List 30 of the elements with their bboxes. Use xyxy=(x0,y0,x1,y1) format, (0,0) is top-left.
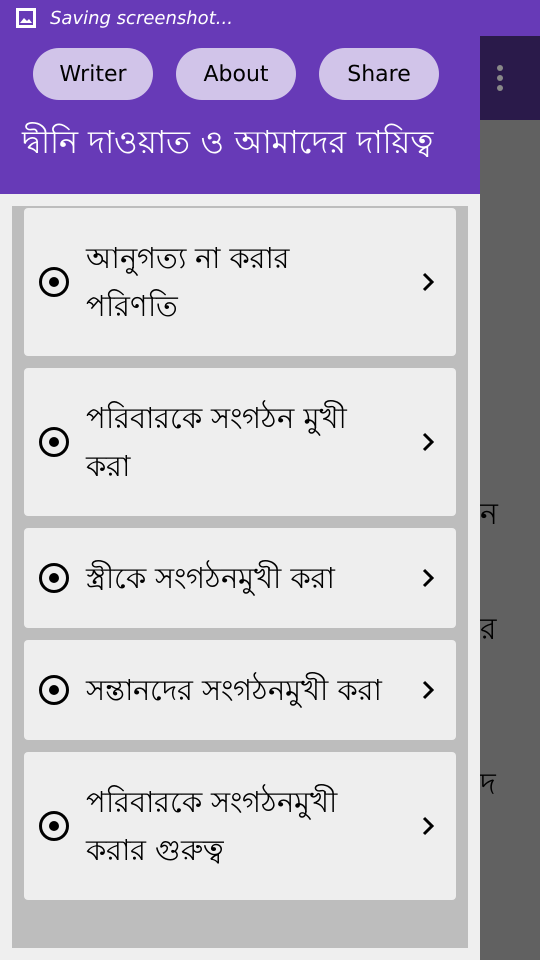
list-item[interactable]: পরিবারকে সংগঠনমুখী করার গুরুত্ব xyxy=(24,752,456,900)
chevron-icon xyxy=(422,432,434,452)
header-button[interactable]: Writer xyxy=(33,48,153,100)
radio-icon xyxy=(38,266,70,298)
more-icon[interactable] xyxy=(496,64,504,92)
radio-icon xyxy=(38,810,70,842)
item-label: পরিবারকে সংগঠন মুখী করা xyxy=(86,399,348,485)
background-text: দ xyxy=(480,766,498,804)
item-label: স্ত্রীকে সংগঠনমুখী করা xyxy=(86,559,336,598)
notification-text: Saving screenshot... xyxy=(50,6,233,30)
background-text: র xyxy=(480,611,498,649)
header-button[interactable]: About xyxy=(176,48,296,100)
chevron-icon xyxy=(422,680,434,700)
list-item[interactable]: সন্তানদের সংগঠনমুখী করা xyxy=(24,640,456,740)
item-label: সন্তানদের সংগঠনমুখী করা xyxy=(86,671,384,710)
chevron-icon xyxy=(422,568,434,588)
radio-icon xyxy=(38,674,70,706)
chevron-icon xyxy=(422,272,434,292)
item-label: আনুগত্য না করার পরিণতি xyxy=(86,240,291,325)
header-button[interactable]: Share xyxy=(319,48,439,100)
drawer-title: দ্বীনি দাওয়াত ও আমাদের দায়িত্ব xyxy=(20,121,435,163)
radio-icon xyxy=(38,562,70,594)
list-item[interactable]: আনুগত্য না করার পরিণতি xyxy=(24,208,456,356)
item-label: পরিবারকে সংগঠনমুখী করার গুরুত্ব xyxy=(86,783,339,869)
chevron-icon xyxy=(422,816,434,836)
list-item[interactable]: স্ত্রীকে সংগঠনমুখী করা xyxy=(24,528,456,628)
background-text: ন xyxy=(480,496,500,534)
radio-icon xyxy=(38,426,70,458)
image-icon xyxy=(16,8,36,28)
list-item[interactable]: পরিবারকে সংগঠন মুখী করা xyxy=(24,368,456,516)
